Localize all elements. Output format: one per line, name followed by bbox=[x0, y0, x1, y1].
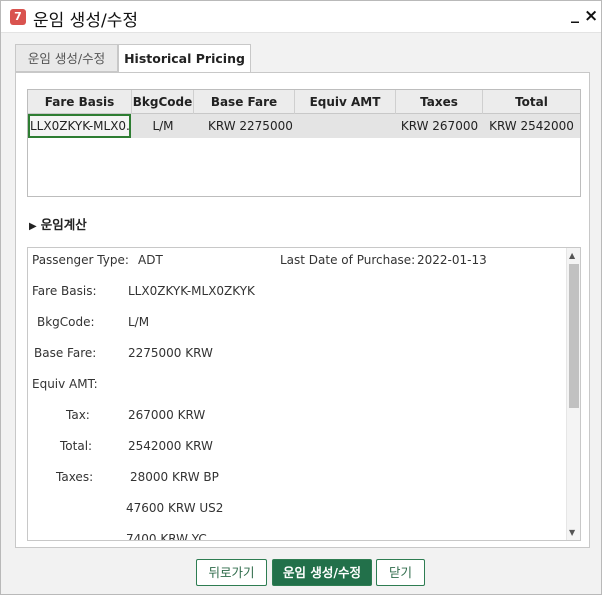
fare-basis-value: LLX0ZKYK-MLX0ZKYK bbox=[128, 284, 255, 298]
close-button[interactable]: 닫기 bbox=[376, 559, 425, 586]
scroll-up-icon[interactable]: ▲ bbox=[569, 251, 575, 260]
close-icon[interactable]: × bbox=[584, 6, 598, 26]
total-value: 2542000 KRW bbox=[128, 439, 213, 453]
cell-total[interactable]: KRW 2542000 bbox=[483, 114, 580, 138]
tax-value: 267000 KRW bbox=[128, 408, 206, 422]
back-button[interactable]: 뒤로가기 bbox=[196, 559, 267, 586]
total-label: Total: bbox=[60, 439, 93, 453]
base-fare-label: Base Fare: bbox=[34, 346, 97, 360]
taxes-label: Taxes: bbox=[56, 470, 94, 484]
taxes-item-1: 28000 KRW BP bbox=[130, 470, 219, 484]
minimize-icon[interactable]: _ bbox=[571, 4, 579, 23]
col-equiv-amt[interactable]: Equiv AMT bbox=[295, 90, 396, 114]
window-title: 운임 생성/수정 bbox=[33, 11, 138, 31]
passenger-type-label: Passenger Type: bbox=[32, 253, 129, 267]
col-taxes[interactable]: Taxes bbox=[396, 90, 483, 114]
taxes-item-3: 7400 KRW YC bbox=[126, 532, 207, 541]
tab-fare-create[interactable]: 운임 생성/수정 bbox=[15, 44, 118, 72]
taxes-item-2: 47600 KRW US2 bbox=[126, 501, 224, 515]
create-fare-button[interactable]: 운임 생성/수정 bbox=[272, 559, 372, 586]
cell-fare-basis-code[interactable]: LLX0ZKYK-MLX0... bbox=[28, 114, 131, 138]
expand-triangle-icon: ▶ bbox=[29, 221, 37, 232]
col-bkgcode[interactable]: BkgCode bbox=[132, 90, 194, 114]
last-date-label: Last Date of Purchase: bbox=[280, 253, 416, 267]
table-row[interactable]: LLX0ZKYK-MLX0... L/M KRW 2275000 KRW 267… bbox=[28, 114, 580, 138]
col-total[interactable]: Total bbox=[483, 90, 580, 114]
tax-label: Tax: bbox=[66, 408, 90, 422]
fare-calc-section-header[interactable]: ▶ 운임계산 bbox=[29, 214, 87, 233]
cell-equiv-amt[interactable] bbox=[295, 114, 396, 138]
fare-calc-detail: Passenger Type: ADT Last Date of Purchas… bbox=[27, 247, 581, 541]
last-date-value: 2022-01-13 bbox=[417, 253, 487, 267]
detail-scrollbar[interactable]: ▲ ▼ bbox=[566, 248, 580, 540]
base-fare-value: 2275000 KRW bbox=[128, 346, 213, 360]
pricing-grid: Fare Basis Code BkgCode Base Fare Equiv … bbox=[27, 89, 581, 197]
title-bar: 7 운임 생성/수정 _ × bbox=[1, 1, 601, 33]
tab-historical-pricing[interactable]: Historical Pricing bbox=[118, 44, 251, 73]
bkgcode-value: L/M bbox=[128, 315, 150, 329]
col-fare-basis-code[interactable]: Fare Basis Code bbox=[28, 90, 132, 133]
bkgcode-label: BkgCode: bbox=[37, 315, 95, 329]
equiv-amt-label: Equiv AMT: bbox=[32, 377, 98, 391]
scroll-thumb[interactable] bbox=[569, 264, 579, 408]
cell-taxes[interactable]: KRW 267000 bbox=[396, 114, 483, 138]
cell-base-fare[interactable]: KRW 2275000 bbox=[194, 114, 295, 138]
passenger-type-value: ADT bbox=[138, 253, 163, 267]
scroll-down-icon[interactable]: ▼ bbox=[569, 528, 575, 537]
fare-basis-label: Fare Basis: bbox=[32, 284, 97, 298]
historical-pricing-panel: Fare Basis Code BkgCode Base Fare Equiv … bbox=[15, 72, 590, 548]
app-badge-icon: 7 bbox=[10, 9, 26, 25]
cell-bkgcode[interactable]: L/M bbox=[132, 114, 194, 138]
fare-dialog: 7 운임 생성/수정 _ × 운임 생성/수정 Historical Prici… bbox=[0, 0, 602, 595]
grid-header: Fare Basis Code BkgCode Base Fare Equiv … bbox=[28, 90, 580, 133]
col-base-fare[interactable]: Base Fare bbox=[194, 90, 295, 114]
button-bar: 뒤로가기 운임 생성/수정 닫기 bbox=[1, 549, 601, 595]
section-title: 운임계산 bbox=[40, 217, 87, 232]
